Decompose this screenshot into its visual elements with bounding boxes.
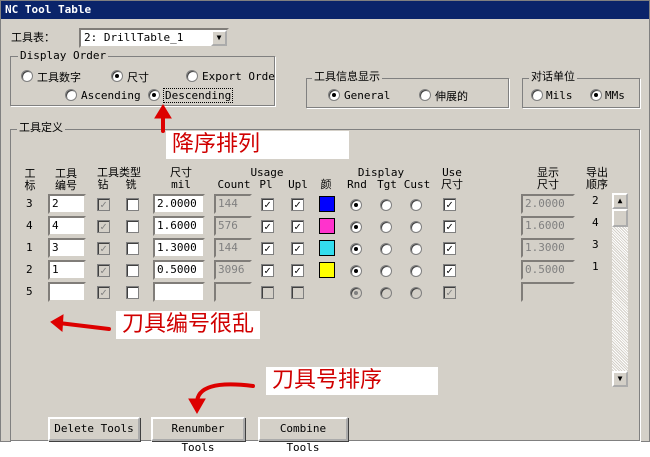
arrow-down-icon bbox=[195, 382, 255, 405]
annotation-arrows bbox=[50, 104, 255, 415]
arrow-left-head bbox=[50, 314, 64, 333]
arrow-down-head bbox=[188, 398, 206, 415]
nc-tool-table-window: NC Tool Table 工具表： 2: DrillTable_1 ▼ Dis… bbox=[0, 0, 650, 454]
arrow-left-icon bbox=[57, 321, 111, 331]
arrow-up-head bbox=[154, 104, 172, 119]
